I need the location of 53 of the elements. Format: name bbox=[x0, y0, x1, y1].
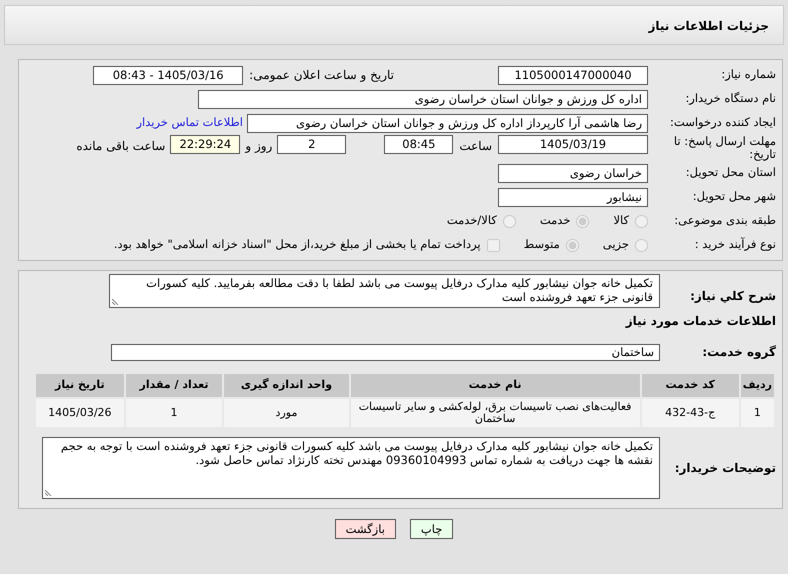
text-field[interactable]: 22:29:24 bbox=[170, 135, 240, 154]
option-label: کالا bbox=[613, 212, 629, 230]
field-label: نام دستگاه خریدار: bbox=[684, 90, 776, 108]
field-label: روز و bbox=[245, 138, 272, 155]
table-cell: 1 bbox=[124, 398, 224, 428]
text-area[interactable]: تکمیل خانه جوان نیشابور کلیه مدارک درفایل پیوست می باشد کلیه کسورات قانونی جزء تعهد فروشنده است با توجه به حجم نقشه ها جهت دریافت به شماره تماس 09360104993 مهندس تخته کارنژاد تماس حاصل شود. bbox=[42, 436, 660, 498]
text-area[interactable]: تکمیل خانه جوان نیشابور کلیه مدارک درفایل پیوست می باشد لطفا با دقت مطالعه بفرمایید. کلیه کسورات قانونی جزء تعهد فروشنده است bbox=[109, 274, 660, 308]
table-cell: فعالیت‌های نصب تاسیسات برق، لوله‌کشی و سایر تاسیسات ساختمان bbox=[350, 398, 641, 428]
field-label: شماره نیاز: bbox=[720, 66, 776, 84]
table-cell: مورد bbox=[223, 398, 350, 428]
field-label: نوع فرآیند خرید : bbox=[694, 236, 776, 254]
text-field[interactable]: نیشابور bbox=[498, 188, 648, 206]
text-field[interactable]: خراسان رضوی bbox=[498, 164, 648, 182]
table-cell: 1405/03/26 bbox=[35, 398, 125, 428]
option-label: متوسط bbox=[524, 236, 560, 254]
resize-grip-icon[interactable] bbox=[112, 297, 120, 305]
field-label: مهلت ارسال پاسخ: تا تاریخ: bbox=[672, 135, 776, 161]
text-field[interactable]: ساختمان bbox=[111, 344, 660, 360]
table-cell: ج-43-432 bbox=[640, 398, 740, 428]
column-header: نام خدمت bbox=[350, 373, 641, 398]
text-field[interactable]: 1405/03/16 - 08:43 bbox=[93, 66, 244, 84]
option-label: جزیی bbox=[602, 236, 629, 254]
field-label: گروه خدمت: bbox=[701, 344, 776, 361]
text-field[interactable]: 1105000147000040 bbox=[498, 66, 648, 84]
page-title: جزئیات اطلاعات نیاز bbox=[4, 5, 784, 45]
field-label: تاریخ و ساعت اعلان عمومی: bbox=[249, 67, 394, 84]
column-header: ردیف bbox=[740, 373, 775, 398]
resize-grip-icon[interactable] bbox=[45, 488, 53, 496]
field-label: ساعت bbox=[459, 138, 492, 155]
print-button[interactable]: چاپ bbox=[410, 518, 454, 538]
column-header: کد خدمت bbox=[640, 373, 740, 398]
field-label: ساعت باقی مانده bbox=[76, 138, 166, 155]
checkbox-label: پرداخت تمام یا بخشی از مبلغ خرید،از محل "اسناد خزانه اسلامی" خواهد بود. bbox=[114, 236, 481, 254]
column-header: تعداد / مقدار bbox=[124, 373, 224, 398]
field-label: ایجاد کننده درخواست: bbox=[669, 114, 776, 132]
text-field[interactable]: 08:45 bbox=[384, 135, 454, 154]
option-label: خدمت bbox=[540, 212, 570, 230]
field-label: شرح کلي نياز: bbox=[689, 288, 776, 305]
buyer-contact-link[interactable]: اطلاعات تماس خریدار bbox=[136, 114, 243, 132]
column-header: واحد اندازه گیری bbox=[223, 373, 350, 398]
field-label: طبقه بندی موضوعی: bbox=[673, 212, 776, 230]
section-title: اطلاعات خدمات مورد نياز bbox=[624, 313, 776, 330]
text-field[interactable]: اداره کل ورزش و جوانان استان خراسان رضوی bbox=[198, 90, 648, 108]
field-label: استان محل تحویل: bbox=[684, 164, 776, 182]
text-field[interactable]: 2 bbox=[277, 135, 346, 154]
field-label: شهر محل تحویل: bbox=[692, 188, 776, 206]
back-button[interactable]: بازگشت bbox=[334, 518, 396, 538]
option-label: کالا/خدمت bbox=[446, 212, 497, 230]
text-field[interactable]: رضا هاشمی آرا کارپرداز اداره کل ورزش و جوانان استان خراسان رضوی bbox=[247, 114, 648, 132]
column-header: تاریخ نیاز bbox=[35, 373, 125, 398]
field-label: توضیحات خریدار: bbox=[674, 460, 776, 476]
table-cell: 1 bbox=[740, 398, 775, 428]
text-field[interactable]: 1405/03/19 bbox=[498, 135, 648, 154]
